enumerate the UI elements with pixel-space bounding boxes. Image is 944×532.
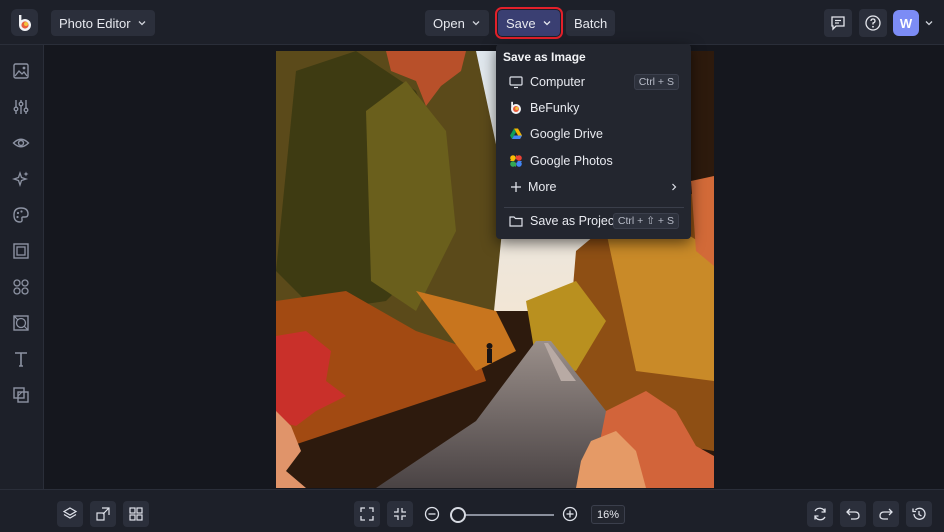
actual-size-button[interactable] — [387, 501, 413, 527]
save-as-project-item[interactable]: Save as Project Ctrl + ⇧ + S — [496, 208, 691, 234]
user-avatar[interactable]: W — [893, 10, 919, 36]
layers-button[interactable] — [57, 501, 83, 527]
save-menu: Save as Image Computer Ctrl + S BeFunky … — [496, 44, 691, 239]
befunky-label: BeFunky — [530, 101, 580, 115]
folder-icon — [509, 216, 523, 227]
text-icon[interactable] — [12, 350, 30, 368]
photo-editor-label: Photo Editor — [59, 15, 131, 31]
zoom-slider-track[interactable] — [456, 514, 554, 516]
sliders-icon[interactable] — [12, 98, 30, 116]
befunky-logo[interactable] — [11, 9, 38, 36]
rotate-button[interactable] — [807, 501, 833, 527]
befunky-logo-icon — [18, 14, 31, 31]
eye-icon[interactable] — [12, 134, 30, 152]
save-as-project-shortcut: Ctrl + ⇧ + S — [612, 213, 679, 229]
sparkle-icon[interactable] — [12, 170, 30, 188]
more-options-item[interactable]: More — [496, 174, 691, 200]
resize-icon — [96, 507, 110, 521]
plus-icon — [511, 182, 521, 192]
batch-label: Batch — [574, 15, 608, 31]
refresh-icon — [814, 507, 826, 521]
redo-icon — [879, 508, 893, 520]
grid-view-button[interactable] — [123, 501, 149, 527]
tool-sidebar — [0, 45, 44, 489]
bottom-bar: 16% — [0, 489, 944, 532]
computer-shortcut: Ctrl + S — [633, 74, 679, 90]
google-drive-icon — [510, 128, 522, 139]
open-button[interactable]: Open — [425, 10, 489, 36]
history-icon — [912, 507, 926, 520]
zoom-out-icon[interactable] — [423, 505, 441, 523]
grid-icon — [129, 507, 143, 521]
chevron-down-icon — [472, 21, 480, 26]
zoom-percent-field[interactable]: 16% — [591, 505, 625, 524]
texture-icon[interactable] — [12, 314, 30, 332]
chevron-down-icon[interactable] — [924, 18, 934, 28]
undo-button[interactable] — [840, 501, 866, 527]
avatar-letter: W — [899, 15, 913, 31]
help-button[interactable] — [859, 9, 887, 37]
compare-button[interactable] — [90, 501, 116, 527]
layers-icon — [62, 507, 78, 519]
top-bar: Photo Editor Open Save Batch W — [0, 0, 944, 45]
help-icon — [865, 15, 881, 31]
photo-editor-dropdown[interactable]: Photo Editor — [51, 10, 155, 36]
image-icon[interactable] — [12, 62, 30, 80]
chat-icon — [831, 16, 845, 31]
google-photos-icon — [510, 155, 522, 167]
overlay-icon[interactable] — [12, 386, 30, 404]
palette-icon[interactable] — [12, 206, 30, 224]
fit-to-screen-button[interactable] — [354, 501, 380, 527]
google-drive-label: Google Drive — [530, 127, 603, 141]
save-to-computer-item[interactable]: Computer Ctrl + S — [496, 69, 691, 95]
befunky-logo-icon — [511, 101, 521, 114]
google-photos-label: Google Photos — [530, 154, 613, 168]
save-button[interactable]: Save — [495, 7, 563, 39]
save-menu-title: Save as Image — [503, 50, 586, 64]
save-as-project-label: Save as Project — [530, 214, 618, 228]
monitor-icon — [509, 76, 523, 89]
save-label: Save — [506, 15, 536, 31]
computer-label: Computer — [530, 75, 585, 89]
open-label: Open — [433, 15, 465, 31]
save-to-google-photos-item[interactable]: Google Photos — [496, 148, 691, 174]
comments-button[interactable] — [824, 9, 852, 37]
save-to-google-drive-item[interactable]: Google Drive — [496, 121, 691, 147]
shapes-icon[interactable] — [12, 278, 30, 296]
redo-button[interactable] — [873, 501, 899, 527]
chevron-right-icon — [672, 183, 677, 191]
history-button[interactable] — [906, 501, 932, 527]
zoom-slider-thumb[interactable] — [449, 507, 466, 523]
expand-icon — [360, 507, 374, 521]
shrink-icon — [394, 508, 406, 520]
zoom-in-icon[interactable] — [561, 505, 579, 523]
more-label: More — [528, 180, 557, 194]
undo-icon — [846, 508, 860, 520]
chevron-down-icon — [138, 21, 146, 26]
batch-button[interactable]: Batch — [566, 10, 616, 36]
chevron-down-icon — [543, 21, 551, 26]
save-to-befunky-item[interactable]: BeFunky — [496, 95, 691, 121]
frame-icon[interactable] — [12, 242, 30, 260]
